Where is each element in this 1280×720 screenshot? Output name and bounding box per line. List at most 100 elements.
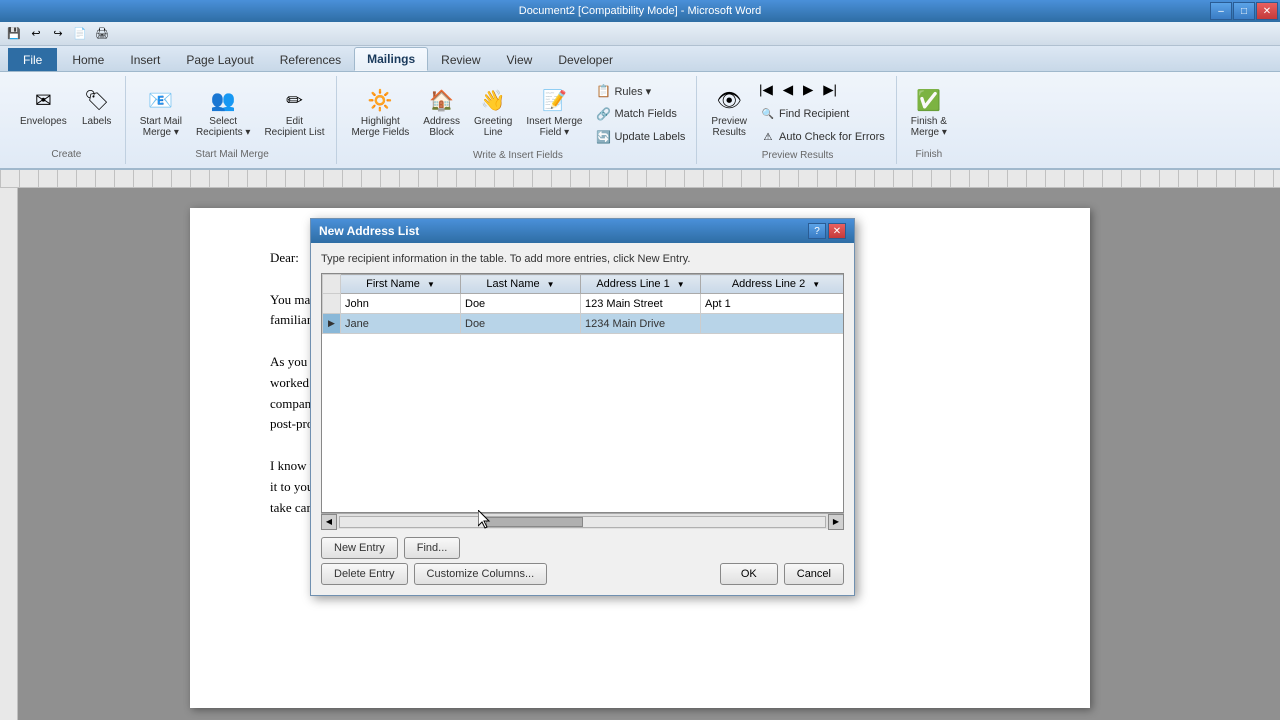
tab-view[interactable]: View xyxy=(494,48,546,71)
small-buttons-col: 📋 Rules ▾ 🔗 Match Fields 🔄 Update Labels xyxy=(590,80,690,148)
auto-check-errors-button[interactable]: ⚠ Auto Check for Errors xyxy=(755,126,890,148)
qa-redo-button[interactable]: ↪ xyxy=(48,24,68,44)
find-recipient-icon: 🔍 xyxy=(760,106,776,122)
preview-icon: 👁 xyxy=(713,84,745,116)
qa-print-button[interactable]: 🖨 xyxy=(92,24,112,44)
cancel-button[interactable]: Cancel xyxy=(784,563,844,585)
highlight-merge-fields-button[interactable]: 🔆 HighlightMerge Fields xyxy=(345,80,415,142)
dialog-secondary-buttons: Delete Entry Customize Columns... OK Can… xyxy=(321,563,844,585)
col-first-name[interactable]: First Name ▼ xyxy=(341,275,461,294)
greeting-line-icon: 👋 xyxy=(477,84,509,116)
insert-merge-field-label: Insert MergeField ▾ xyxy=(526,116,582,138)
qa-undo-button[interactable]: ↩ xyxy=(26,24,46,44)
dialog-help-button[interactable]: ? xyxy=(808,223,826,239)
next-record-button[interactable]: ▶ xyxy=(799,80,817,100)
prev-record-button[interactable]: ◀ xyxy=(779,80,797,100)
finish-merge-button[interactable]: ✅ Finish &Merge ▾ xyxy=(905,80,953,142)
tab-review[interactable]: Review xyxy=(428,48,493,71)
qa-new-button[interactable]: 📄 xyxy=(70,24,90,44)
ribbon-tabs: File Home Insert Page Layout References … xyxy=(0,46,1280,72)
rules-icon: 📋 xyxy=(595,83,611,99)
row-1-selector xyxy=(323,294,341,314)
address-table-container[interactable]: First Name ▼ Last Name ▼ Address Line 1 … xyxy=(321,273,844,513)
insert-merge-field-icon: 📝 xyxy=(538,84,570,116)
maximize-button[interactable]: □ xyxy=(1233,2,1255,20)
row-1-address-2[interactable]: Apt 1 xyxy=(701,294,845,314)
tab-home[interactable]: Home xyxy=(59,48,117,71)
rules-button[interactable]: 📋 Rules ▾ xyxy=(590,80,690,102)
address-block-label: AddressBlock xyxy=(423,116,460,138)
window-title: Document2 [Compatibility Mode] - Microso… xyxy=(519,5,762,17)
start-mail-merge-button[interactable]: 📧 Start MailMerge ▾ xyxy=(134,80,188,142)
finish-group-label: Finish xyxy=(916,147,943,160)
dialog-action-buttons: New Entry Find... xyxy=(321,537,844,559)
scroll-track[interactable] xyxy=(339,516,826,528)
new-entry-button[interactable]: New Entry xyxy=(321,537,398,559)
ribbon-group-finish: ✅ Finish &Merge ▾ Finish xyxy=(899,76,959,164)
row-2-address-1[interactable]: 1234 Main Drive xyxy=(581,314,701,334)
ruler xyxy=(0,170,1280,188)
tab-developer[interactable]: Developer xyxy=(545,48,626,71)
col-address-line-2[interactable]: Address Line 2 ▼ xyxy=(701,275,845,294)
table-row[interactable]: ▶ Jane Doe 1234 Main Drive xyxy=(323,314,845,334)
row-2-address-2[interactable] xyxy=(701,314,845,334)
tab-mailings[interactable]: Mailings xyxy=(354,47,428,71)
row-1-last-name[interactable]: Doe xyxy=(461,294,581,314)
envelopes-button[interactable]: ✉ Envelopes xyxy=(14,80,73,131)
horizontal-scrollbar[interactable]: ◀ ▶ xyxy=(321,513,844,529)
address-block-button[interactable]: 🏠 AddressBlock xyxy=(417,80,466,142)
scroll-right-arrow[interactable]: ▶ xyxy=(828,514,844,530)
greeting-line-button[interactable]: 👋 GreetingLine xyxy=(468,80,518,142)
minimize-button[interactable]: – xyxy=(1210,2,1232,20)
preview-results-button[interactable]: 👁 PreviewResults xyxy=(705,80,753,142)
envelopes-label: Envelopes xyxy=(20,116,67,127)
row-2-last-name[interactable]: Doe xyxy=(461,314,581,334)
find-button[interactable]: Find... xyxy=(404,537,461,559)
insert-merge-field-button[interactable]: 📝 Insert MergeField ▾ xyxy=(520,80,588,142)
address-block-icon: 🏠 xyxy=(426,84,458,116)
find-recipient-button[interactable]: 🔍 Find Recipient xyxy=(755,103,890,125)
tab-page-layout[interactable]: Page Layout xyxy=(173,48,266,71)
row-2-first-name[interactable]: Jane xyxy=(341,314,461,334)
col-addr2-dropdown-icon: ▼ xyxy=(812,280,820,289)
match-fields-button[interactable]: 🔗 Match Fields xyxy=(590,103,690,125)
customize-columns-button[interactable]: Customize Columns... xyxy=(414,563,548,585)
select-recipients-button[interactable]: 👥 SelectRecipients ▾ xyxy=(190,80,257,142)
dialog-close-button[interactable]: ✕ xyxy=(828,223,846,239)
quick-access-toolbar: 💾 ↩ ↪ 📄 🖨 xyxy=(0,22,1280,46)
qa-save-button[interactable]: 💾 xyxy=(4,24,24,44)
scroll-left-arrow[interactable]: ◀ xyxy=(321,514,337,530)
select-recipients-icon: 👥 xyxy=(207,84,239,116)
update-labels-button[interactable]: 🔄 Update Labels xyxy=(590,126,690,148)
labels-button[interactable]: 🏷 Labels xyxy=(75,80,119,131)
tab-file[interactable]: File xyxy=(8,48,57,71)
scroll-thumb[interactable] xyxy=(486,517,583,527)
edit-recipient-list-button[interactable]: ✏ EditRecipient List xyxy=(258,80,330,142)
row-1-address-1[interactable]: 123 Main Street xyxy=(581,294,701,314)
greeting-line-label: GreetingLine xyxy=(474,116,512,138)
ok-button[interactable]: OK xyxy=(720,563,778,585)
first-icon: |◀ xyxy=(759,82,773,98)
first-record-button[interactable]: |◀ xyxy=(755,80,777,100)
finish-label: Finish &Merge ▾ xyxy=(911,116,947,138)
write-insert-group-label: Write & Insert Fields xyxy=(473,148,563,161)
dialog-instruction: Type recipient information in the table.… xyxy=(321,253,844,265)
col-address-line-1[interactable]: Address Line 1 ▼ xyxy=(581,275,701,294)
delete-entry-button[interactable]: Delete Entry xyxy=(321,563,408,585)
envelope-icon: ✉ xyxy=(27,84,59,116)
tab-references[interactable]: References xyxy=(267,48,354,71)
tab-insert[interactable]: Insert xyxy=(117,48,173,71)
last-record-button[interactable]: ▶| xyxy=(819,80,841,100)
nav-arrows: |◀ ◀ ▶ ▶| xyxy=(755,80,890,100)
ribbon-group-create: ✉ Envelopes 🏷 Labels Create xyxy=(8,76,126,164)
dialog-titlebar: New Address List ? ✕ xyxy=(311,219,854,243)
row-2-addr2-input[interactable] xyxy=(705,318,844,330)
document-area: Dear: You may not know me, but I know yo… xyxy=(0,188,1280,720)
col-last-name[interactable]: Last Name ▼ xyxy=(461,275,581,294)
row-1-first-name[interactable]: John xyxy=(341,294,461,314)
close-window-button[interactable]: ✕ xyxy=(1256,2,1278,20)
write-insert-buttons: 🔆 HighlightMerge Fields 🏠 AddressBlock 👋… xyxy=(345,80,690,148)
ribbon-group-preview: 👁 PreviewResults |◀ ◀ ▶ ▶| xyxy=(699,76,896,164)
table-row[interactable]: John Doe 123 Main Street Apt 1 Any City xyxy=(323,294,845,314)
ruler-marks xyxy=(0,170,1280,187)
